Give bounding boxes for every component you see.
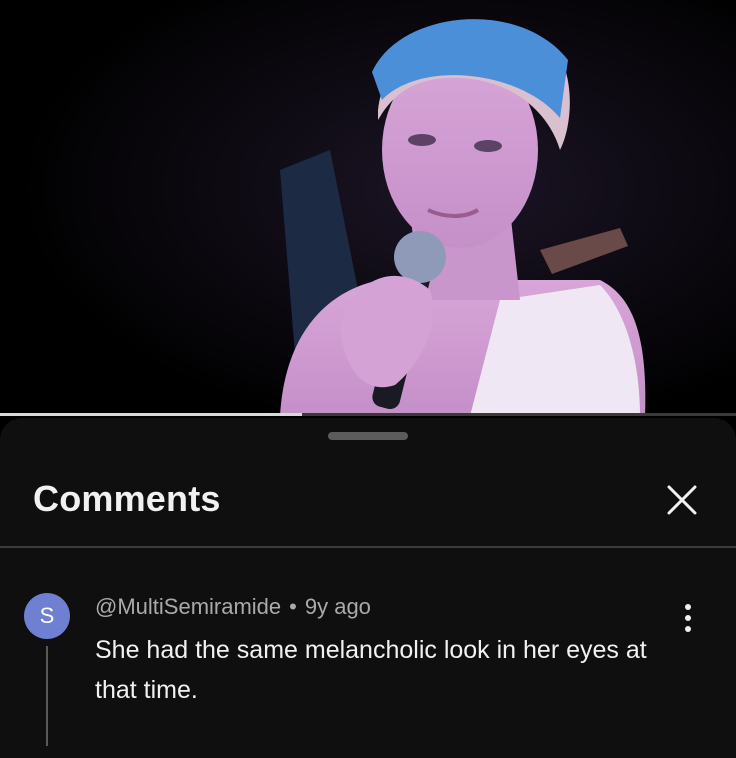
close-button[interactable] (660, 478, 704, 522)
avatar-letter: S (39, 603, 55, 628)
comment-author[interactable]: @MultiSemiramide (95, 594, 281, 619)
avatar[interactable]: S (24, 593, 70, 639)
meta-separator: • (289, 594, 297, 619)
thread-line (46, 646, 48, 746)
drag-handle[interactable] (328, 432, 408, 440)
comment-text: She had the same melancholic look in her… (95, 636, 647, 704)
comment-meta: @MultiSemiramide • 9y ago (95, 594, 371, 620)
video-frame (0, 0, 736, 416)
header-divider (0, 546, 736, 548)
video-progress-fill (0, 413, 302, 416)
more-vertical-icon (685, 604, 691, 632)
comment-time: 9y ago (304, 594, 371, 619)
comments-sheet: Comments S @MultiSemiramide • 9y ago She h… (0, 418, 736, 758)
video-player[interactable] (0, 0, 736, 416)
video-progress-bar[interactable] (0, 413, 736, 416)
comment-more-button[interactable] (676, 600, 700, 636)
comments-title: Comments (33, 478, 221, 519)
close-icon (667, 485, 697, 515)
